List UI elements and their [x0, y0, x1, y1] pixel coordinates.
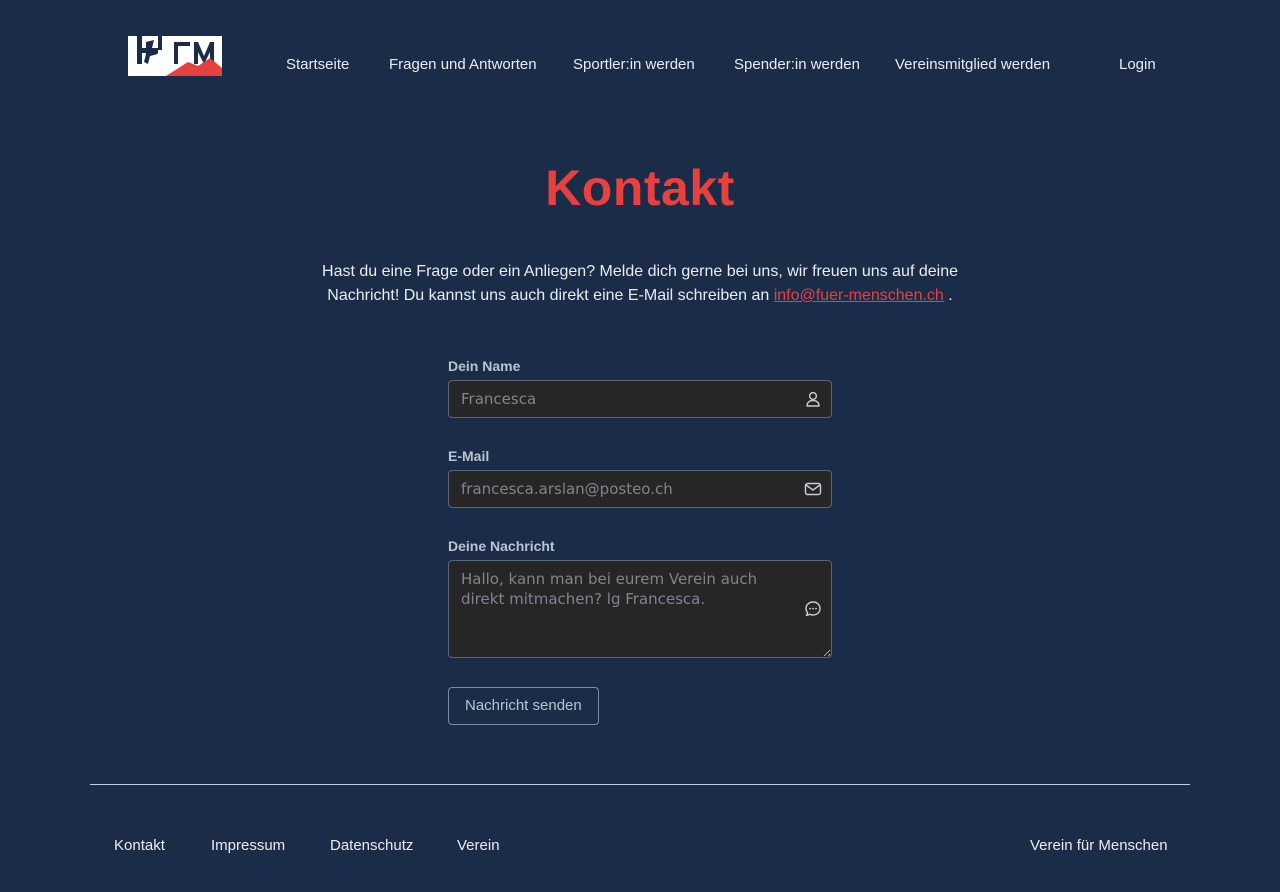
name-field-wrap	[448, 380, 832, 418]
name-group: Dein Name	[448, 356, 832, 418]
intro-end: .	[943, 287, 953, 304]
chat-bubble-icon	[805, 601, 821, 617]
login-link[interactable]: Login	[1119, 55, 1156, 75]
nav-item-vereinsmitglied-werden[interactable]: Vereinsmitglied werden	[895, 55, 1050, 75]
footer-divider	[90, 784, 1190, 785]
name-input[interactable]	[448, 380, 832, 418]
nav-item-fragen-und-antworten[interactable]: Fragen und Antworten	[389, 55, 537, 75]
nav-item-startseite[interactable]: Startseite	[286, 55, 349, 75]
user-icon	[806, 391, 820, 407]
footer-link-impressum[interactable]: Impressum	[211, 836, 285, 856]
footer-link-kontakt[interactable]: Kontakt	[114, 836, 165, 856]
envelope-icon	[804, 482, 822, 496]
contact-form: Dein Name E-Mail Deine Nachricht	[448, 356, 832, 725]
intro-text: Hast du eine Frage oder ein Anliegen? Me…	[300, 260, 980, 308]
email-input[interactable]	[448, 470, 832, 508]
site-header: Startseite Fragen und Antworten Sportler…	[0, 0, 1280, 130]
message-field-wrap	[448, 560, 832, 663]
page-title: Kontakt	[545, 160, 735, 216]
message-label: Deine Nachricht	[448, 538, 555, 554]
email-field-wrap	[448, 470, 832, 508]
footer-link-datenschutz[interactable]: Datenschutz	[330, 836, 413, 856]
submit-button[interactable]: Nachricht senden	[448, 687, 599, 725]
nav-item-spender-werden[interactable]: Spender:in werden	[734, 55, 860, 75]
footer-link-verein[interactable]: Verein	[457, 836, 500, 856]
email-label: E-Mail	[448, 448, 490, 464]
name-label: Dein Name	[448, 358, 521, 374]
message-group: Deine Nachricht	[448, 536, 832, 663]
email-group: E-Mail	[448, 446, 832, 508]
email-link[interactable]: info@fuer-menschen.ch	[774, 287, 944, 304]
hfm-logo[interactable]	[128, 36, 222, 76]
message-textarea[interactable]	[448, 560, 832, 658]
nav-item-sportler-werden[interactable]: Sportler:in werden	[573, 55, 695, 75]
footer-brand[interactable]: Verein für Menschen	[1030, 836, 1168, 856]
